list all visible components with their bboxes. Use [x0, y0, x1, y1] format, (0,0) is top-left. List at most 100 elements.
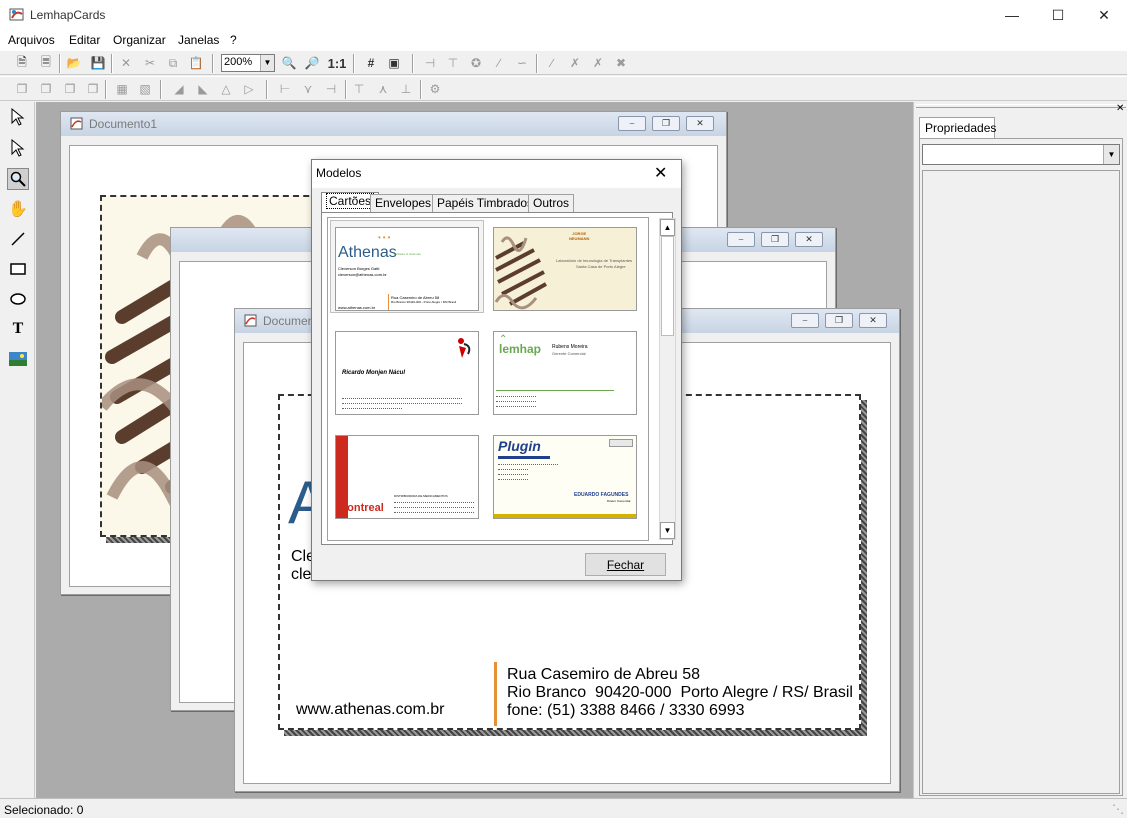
ungroup-icon[interactable]: ▧ — [136, 80, 154, 98]
zoom-tool-icon[interactable] — [7, 168, 29, 190]
bring-forward-icon[interactable]: ❐ — [61, 80, 79, 98]
tab-outros[interactable]: Outros — [528, 194, 575, 212]
doc3-minimize-button[interactable]: ⎯ — [727, 232, 755, 247]
template-plugin[interactable]: Plugin EDUARDO FAGUNDES Diretor Comercia… — [493, 435, 637, 519]
smooth-node-icon[interactable]: ✗ — [589, 54, 607, 72]
close-button[interactable]: ✕ — [1081, 0, 1127, 30]
menu-editar[interactable]: Editar — [69, 33, 100, 47]
align-middle-icon[interactable]: ⋏ — [374, 80, 392, 98]
delete-icon[interactable]: ✕ — [117, 54, 135, 72]
open-folder-icon[interactable]: 📂 — [65, 54, 83, 72]
template-jorge[interactable]: JORGE NEUMANN Laboratório de Imunologia … — [493, 227, 637, 311]
card-phone: fone: (51) 3388 8466 / 3330 6993 — [507, 702, 745, 719]
resize-grip-icon[interactable]: ⋱ — [1112, 802, 1124, 816]
rotate-right-icon[interactable]: ◣ — [194, 80, 212, 98]
cut-icon[interactable]: ✂ — [141, 54, 159, 72]
align-center-icon[interactable]: ⋎ — [299, 80, 317, 98]
fechar-button[interactable]: Fechar — [585, 553, 666, 576]
flip-horizontal-icon[interactable]: △ — [217, 80, 235, 98]
send-backward-icon[interactable]: ❐ — [84, 80, 102, 98]
rotate-left-icon[interactable]: ◢ — [170, 80, 188, 98]
zoom-select[interactable]: 200% ▼ — [221, 54, 275, 72]
hand-pan-icon[interactable]: ✋ — [7, 198, 29, 220]
zoom-in-icon[interactable]: 🔍 — [280, 54, 298, 72]
line-tool-icon[interactable] — [7, 228, 29, 250]
doc1-restore-button[interactable]: ❐ — [652, 116, 680, 131]
copy-icon[interactable]: ⧉ — [164, 54, 182, 72]
doc1-minimize-button[interactable]: ⎯ — [618, 116, 646, 131]
montreal-brand: Montreal — [338, 502, 384, 514]
node-edit-icon-1[interactable]: ⊣ — [421, 54, 439, 72]
settings-icon[interactable]: ⚙ — [426, 80, 444, 98]
athenas-brand: Athenas — [338, 244, 397, 261]
align-top-icon[interactable]: ⊤ — [350, 80, 368, 98]
scroll-thumb[interactable] — [661, 236, 674, 336]
menu-arquivos[interactable]: Arquivos — [8, 33, 55, 47]
templates-list[interactable]: Athenas ••• software & sistemas Cleverso… — [327, 217, 649, 541]
ricardo-logo — [458, 338, 471, 358]
send-back-icon[interactable]: ❐ — [37, 80, 55, 98]
doc2-restore-button[interactable]: ❐ — [825, 313, 853, 328]
card-website: www.athenas.com.br — [296, 701, 445, 718]
align-right-icon[interactable]: ⊣ — [322, 80, 340, 98]
align-bottom-icon[interactable]: ⊥ — [397, 80, 415, 98]
document-icon — [70, 117, 83, 130]
select-arrow-icon[interactable] — [7, 106, 29, 128]
group-icon[interactable]: ▦ — [113, 80, 131, 98]
flip-vertical-icon[interactable]: ▷ — [240, 80, 258, 98]
node-edit-icon-3[interactable]: ✪ — [467, 54, 485, 72]
scroll-up-icon[interactable]: ▲ — [660, 219, 675, 236]
ellipse-tool-icon[interactable] — [7, 288, 29, 310]
doc3-restore-button[interactable]: ❐ — [761, 232, 789, 247]
doc1-close-button[interactable]: ✕ — [686, 116, 714, 131]
paste-icon[interactable]: 📋 — [187, 54, 205, 72]
align-left-icon[interactable]: ⊢ — [276, 80, 294, 98]
dna-thumb — [494, 236, 547, 310]
athenas-city: Rio Branco 90420-000 - Porto Alegre / RS… — [391, 300, 457, 304]
card-accent-line — [494, 662, 497, 726]
text-tool-icon[interactable]: T — [7, 318, 29, 340]
menu-organizar[interactable]: Organizar — [113, 33, 166, 47]
maximize-button[interactable]: ☐ — [1035, 0, 1081, 30]
break-node-icon[interactable]: ∕ — [543, 54, 561, 72]
dialog-close-icon[interactable]: ✕ — [654, 163, 667, 183]
tab-envelopes[interactable]: Envelopes — [370, 194, 437, 212]
zoom-out-icon[interactable]: 🔎 — [303, 54, 321, 72]
lemhap-person: Rubens Moreira — [552, 344, 588, 350]
properties-grid[interactable] — [922, 170, 1120, 794]
save-icon[interactable]: 💾 — [89, 54, 107, 72]
templates-panel: Athenas ••• software & sistemas Cleverso… — [321, 212, 676, 545]
doc3-close-button[interactable]: ✕ — [795, 232, 823, 247]
properties-tab[interactable]: Propriedades — [919, 117, 996, 138]
menu-janelas[interactable]: Janelas — [178, 33, 219, 47]
template-athenas[interactable]: Athenas ••• software & sistemas Cleverso… — [335, 227, 479, 311]
new-blank-icon[interactable]: 🗏 — [37, 54, 55, 72]
properties-object-select[interactable]: ▼ — [922, 144, 1120, 165]
delete-node-icon[interactable]: ✖ — [612, 54, 630, 72]
panel-close-icon[interactable]: ✕ — [1116, 103, 1124, 114]
document1-titlebar[interactable]: Documento1 ⎯ ❐ ✕ — [61, 112, 726, 136]
node-edit-icon-2[interactable]: ⊤ — [444, 54, 462, 72]
minimize-button[interactable]: — — [989, 0, 1035, 30]
grid-icon[interactable]: # — [362, 54, 380, 72]
tab-papeis-timbrados[interactable]: Papéis Timbrados — [432, 194, 539, 212]
doc2-close-button[interactable]: ✕ — [859, 313, 887, 328]
menu-help[interactable]: ? — [230, 33, 237, 47]
scroll-down-icon[interactable]: ▼ — [660, 522, 675, 539]
template-montreal[interactable]: Montreal DISTRIBUIDORA DE MEDICAMENTOS — [335, 435, 479, 519]
image-tool-icon[interactable] — [7, 348, 29, 370]
rectangle-tool-icon[interactable] — [7, 258, 29, 280]
zoom-actual-size-button[interactable]: 1:1 — [327, 54, 347, 72]
bring-front-icon[interactable]: ❐ — [13, 80, 31, 98]
node-select-icon[interactable] — [7, 137, 29, 159]
join-node-icon[interactable]: ✗ — [566, 54, 584, 72]
curve-segment-icon[interactable]: ∽ — [513, 54, 531, 72]
dialog-titlebar[interactable]: Modelos ✕ — [312, 160, 681, 188]
snap-icon[interactable]: ▣ — [385, 54, 403, 72]
template-lemhap[interactable]: lemhap ⌃ Rubens Moreira Gerente Comercia… — [493, 331, 637, 415]
new-icon[interactable]: 🗎 — [13, 54, 31, 72]
line-segment-icon[interactable]: ∕ — [490, 54, 508, 72]
template-ricardo[interactable]: Ricardo Monjen Nácul — [335, 331, 479, 415]
doc2-minimize-button[interactable]: ⎯ — [791, 313, 819, 328]
templates-scrollbar[interactable]: ▲ ▼ — [659, 218, 676, 540]
